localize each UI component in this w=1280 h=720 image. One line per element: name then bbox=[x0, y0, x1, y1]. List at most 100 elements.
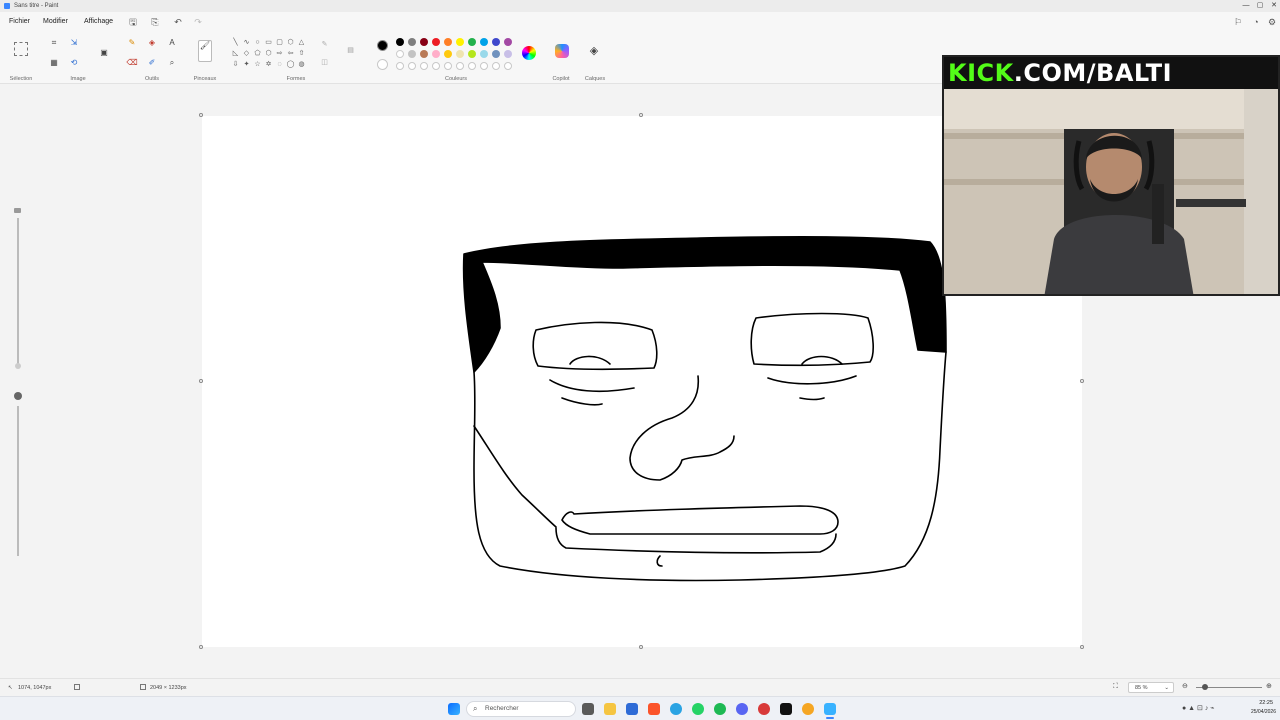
secondary-color-swatch[interactable] bbox=[377, 59, 388, 70]
fit-to-window-icon[interactable]: ⛶ bbox=[1113, 683, 1118, 691]
menu-edit[interactable]: Modifier bbox=[43, 18, 68, 25]
color-swatch[interactable] bbox=[492, 50, 500, 58]
brush-icon[interactable]: 🖌 bbox=[198, 40, 212, 62]
notification-icon[interactable]: ◔ bbox=[1250, 16, 1262, 28]
custom-color-slot[interactable] bbox=[456, 62, 464, 70]
selection-rect-icon[interactable] bbox=[14, 42, 28, 56]
canvas-handle-br[interactable] bbox=[1080, 645, 1084, 649]
edit-colors-icon[interactable] bbox=[522, 46, 536, 60]
custom-color-slot[interactable] bbox=[396, 62, 404, 70]
vertical-zoom-slider[interactable] bbox=[14, 208, 22, 563]
color-swatch[interactable] bbox=[420, 50, 428, 58]
diamond-shape-icon[interactable]: ◇ bbox=[242, 49, 251, 58]
magnifier-icon[interactable]: ⌕ bbox=[166, 58, 178, 68]
settings-gear-icon[interactable]: ⚙ bbox=[1266, 16, 1278, 28]
oval-bubble-shape-icon[interactable]: ◯ bbox=[286, 60, 295, 69]
down-arrow-shape-icon[interactable]: ⇩ bbox=[231, 60, 240, 69]
zoom-in-icon[interactable]: ⊕ bbox=[1266, 682, 1272, 690]
canvas-handle-bl[interactable] bbox=[199, 645, 203, 649]
task-view-icon[interactable] bbox=[582, 703, 594, 715]
up-arrow-shape-icon[interactable]: ⇧ bbox=[297, 49, 306, 58]
paint-taskbar-icon[interactable] bbox=[824, 703, 836, 715]
custom-color-slot[interactable] bbox=[468, 62, 476, 70]
polygon-shape-icon[interactable]: ⬡ bbox=[286, 38, 295, 47]
color-swatch[interactable] bbox=[408, 38, 416, 46]
speech-bubble-shape-icon[interactable]: ◌ bbox=[275, 60, 284, 69]
cloud-bubble-shape-icon[interactable]: ◍ bbox=[297, 60, 306, 69]
clock-date[interactable]: 25/04/2026 bbox=[1238, 709, 1276, 715]
zoom-top-handle[interactable] bbox=[14, 208, 21, 213]
pentagon-shape-icon[interactable]: ⬠ bbox=[253, 49, 262, 58]
feedback-icon[interactable]: ⚐ bbox=[1232, 16, 1244, 28]
color-swatch[interactable] bbox=[504, 50, 512, 58]
share-icon[interactable]: ⎘ bbox=[149, 16, 161, 28]
lock-icon[interactable] bbox=[14, 392, 22, 400]
redo-icon[interactable]: ↷ bbox=[192, 16, 204, 28]
fill-icon[interactable]: ◫ bbox=[320, 58, 329, 67]
canvas-handle-tl[interactable] bbox=[199, 113, 203, 117]
color-swatch[interactable] bbox=[480, 50, 488, 58]
left-arrow-shape-icon[interactable]: ⇦ bbox=[286, 49, 295, 58]
image-select-icon[interactable]: ▦ bbox=[48, 58, 60, 68]
resize-icon[interactable]: ⇲ bbox=[68, 38, 80, 48]
color-swatch[interactable] bbox=[468, 38, 476, 46]
custom-color-slot[interactable] bbox=[408, 62, 416, 70]
custom-color-slot[interactable] bbox=[504, 62, 512, 70]
custom-color-slot[interactable] bbox=[480, 62, 488, 70]
color-swatch[interactable] bbox=[432, 50, 440, 58]
custom-color-slot[interactable] bbox=[432, 62, 440, 70]
six-point-star-shape-icon[interactable]: ✡ bbox=[264, 60, 273, 69]
menu-file[interactable]: Fichier bbox=[9, 18, 30, 25]
zoom-dropdown[interactable]: 85 % ⌄ bbox=[1128, 682, 1174, 693]
brave-browser-icon[interactable] bbox=[648, 703, 660, 715]
store-icon[interactable] bbox=[626, 703, 638, 715]
hexagon-shape-icon[interactable]: ⬡ bbox=[264, 49, 273, 58]
rectangle-shape-icon[interactable]: ▭ bbox=[264, 38, 273, 47]
color-swatch[interactable] bbox=[420, 38, 428, 46]
layers-icon[interactable]: ◈ bbox=[588, 46, 600, 57]
line-shape-icon[interactable]: ╲ bbox=[231, 38, 240, 47]
custom-color-slot[interactable] bbox=[420, 62, 428, 70]
telegram-icon[interactable] bbox=[670, 703, 682, 715]
taskbar-search-box[interactable]: ⌕ Rechercher bbox=[466, 701, 576, 717]
triangle-shape-icon[interactable]: △ bbox=[297, 38, 306, 47]
color-swatch[interactable] bbox=[456, 38, 464, 46]
color-swatch[interactable] bbox=[396, 38, 404, 46]
clock-time[interactable]: 22:25 bbox=[1243, 700, 1273, 706]
canvas-handle-left[interactable] bbox=[199, 379, 203, 383]
close-button[interactable]: ✕ bbox=[1264, 0, 1280, 12]
five-point-star-shape-icon[interactable]: ☆ bbox=[253, 60, 262, 69]
color-swatch[interactable] bbox=[444, 50, 452, 58]
primary-color-swatch[interactable] bbox=[377, 40, 388, 51]
canvas-handle-bottom[interactable] bbox=[639, 645, 643, 649]
curve-shape-icon[interactable]: ∿ bbox=[242, 38, 251, 47]
eraser-icon[interactable]: ⌫ bbox=[126, 58, 138, 68]
color-swatch[interactable] bbox=[492, 38, 500, 46]
color-swatch[interactable] bbox=[504, 38, 512, 46]
undo-icon[interactable]: ↶ bbox=[172, 16, 184, 28]
text-icon[interactable]: A bbox=[166, 38, 178, 48]
notion-icon[interactable] bbox=[780, 703, 792, 715]
right-triangle-shape-icon[interactable]: ◺ bbox=[231, 49, 240, 58]
outline-icon[interactable]: ✎ bbox=[320, 40, 329, 49]
right-arrow-shape-icon[interactable]: ⇨ bbox=[275, 49, 284, 58]
crop-icon[interactable]: ⌗ bbox=[48, 38, 60, 48]
pencil-icon[interactable]: ✎ bbox=[126, 38, 138, 48]
tray-icons[interactable]: ● ▲ ⊡ ♪ ⌁ bbox=[1182, 704, 1215, 712]
app-icon-orange[interactable] bbox=[802, 703, 814, 715]
color-swatch[interactable] bbox=[444, 38, 452, 46]
canvas-handle-top[interactable] bbox=[639, 113, 643, 117]
canvas-handle-right[interactable] bbox=[1080, 379, 1084, 383]
slider-knob-top[interactable] bbox=[15, 363, 21, 369]
color-swatch[interactable] bbox=[468, 50, 476, 58]
menu-view[interactable]: Affichage bbox=[84, 18, 113, 25]
color-picker-icon[interactable]: ✐ bbox=[146, 58, 158, 68]
custom-color-slot[interactable] bbox=[492, 62, 500, 70]
rounded-rect-shape-icon[interactable]: ▢ bbox=[275, 38, 284, 47]
save-icon[interactable]: 🖫 bbox=[127, 16, 139, 28]
color-swatch[interactable] bbox=[408, 50, 416, 58]
oval-shape-icon[interactable]: ○ bbox=[253, 38, 262, 47]
windows-start-icon[interactable] bbox=[448, 703, 460, 715]
four-point-star-shape-icon[interactable]: ✦ bbox=[242, 60, 251, 69]
color-swatch[interactable] bbox=[396, 50, 404, 58]
